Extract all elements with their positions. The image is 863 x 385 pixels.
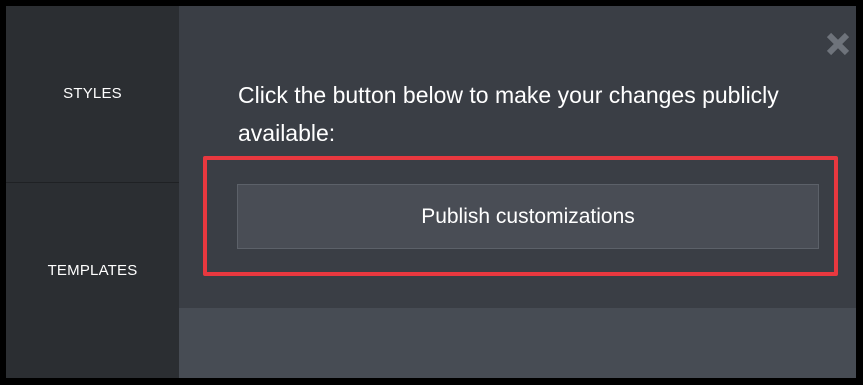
sidebar-item-styles[interactable]: STYLES (6, 6, 179, 183)
sidebar-item-label: TEMPLATES (47, 262, 138, 279)
sidebar: STYLES TEMPLATES (6, 6, 179, 378)
close-icon[interactable] (822, 28, 854, 60)
sidebar-item-templates[interactable]: TEMPLATES (6, 183, 179, 359)
customizer-window: STYLES TEMPLATES Click the button below … (6, 6, 856, 378)
publish-customizations-button[interactable]: Publish customizations (237, 184, 819, 249)
sidebar-item-label: STYLES (63, 85, 122, 102)
publish-panel: Click the button below to make your chan… (179, 6, 856, 308)
publish-message: Click the button below to make your chan… (238, 82, 779, 146)
panel-footer (179, 308, 856, 378)
